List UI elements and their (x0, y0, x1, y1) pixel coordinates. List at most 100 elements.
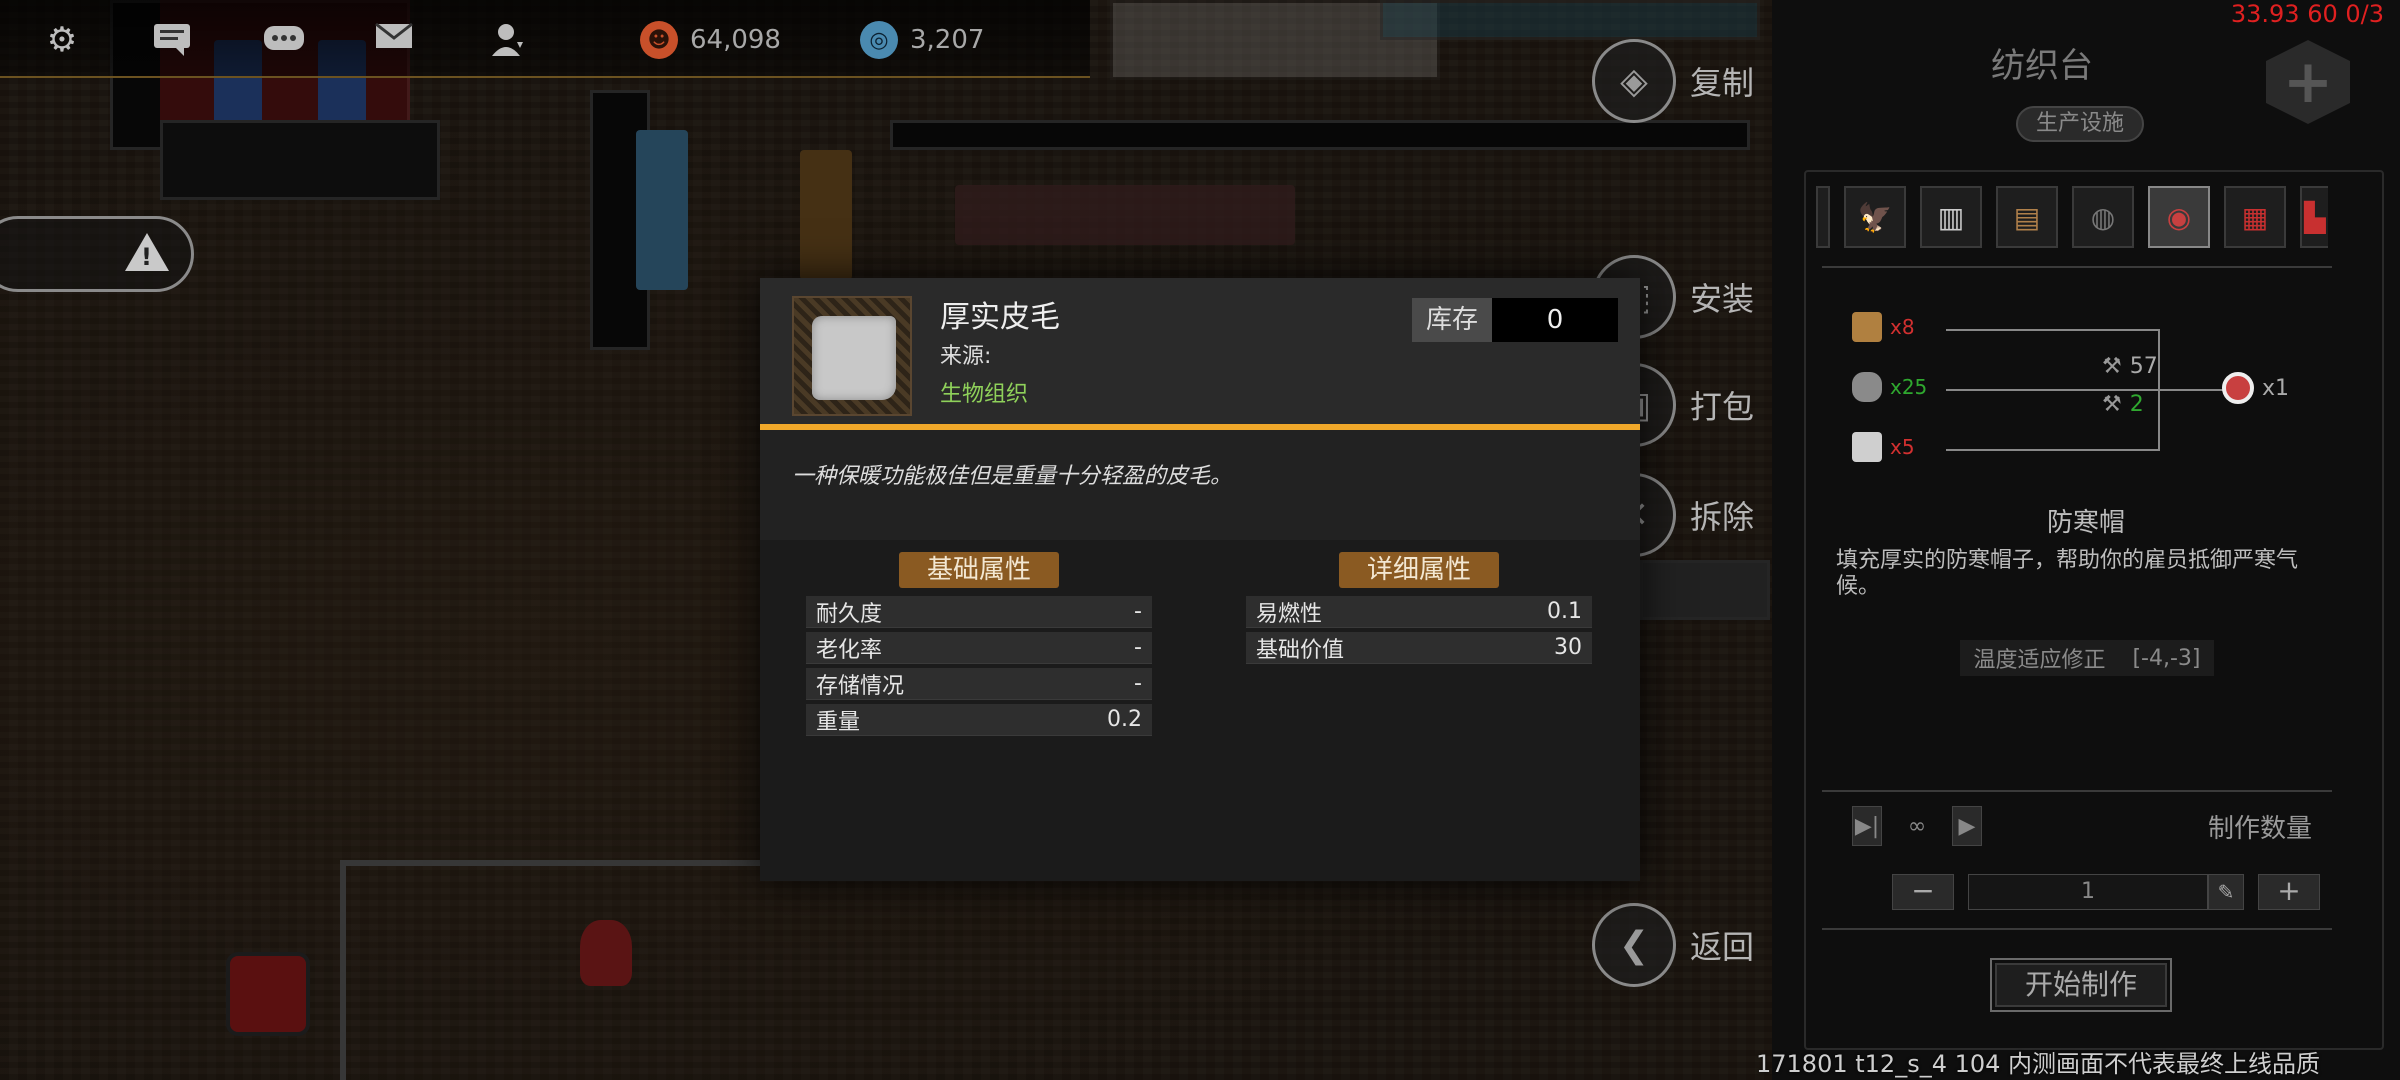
attr-value: 30 (1554, 635, 1582, 660)
person-icon[interactable] (486, 20, 530, 60)
start-crafting-button[interactable]: 开始制作 (1990, 958, 2172, 1012)
resource-2-value: 3,207 (910, 25, 985, 55)
fur-icon (812, 316, 896, 400)
play-icon[interactable]: ▶ (1952, 806, 1982, 846)
attr-value: - (1134, 635, 1142, 660)
attr-value: - (1134, 671, 1142, 696)
recipe-tab[interactable]: ▙ (2300, 186, 2328, 248)
gear-icon[interactable]: ⚙ (40, 20, 84, 60)
stock-value: 0 (1492, 298, 1618, 342)
attr-value: 0.2 (1107, 707, 1142, 732)
attr-name: 重量 (816, 709, 861, 735)
item-header: 厚实皮毛 来源: 生物组织 库存 0 (760, 278, 1640, 430)
tool-requirement: ⚒ 2 (2102, 392, 2144, 417)
attr-name: 老化率 (816, 637, 883, 663)
basic-attributes: 基础属性 耐久度 - 老化率 - 存储情况 - 重量 0.2 (806, 552, 1152, 740)
chat-icon[interactable] (150, 20, 194, 60)
mail-icon[interactable] (372, 20, 416, 60)
back-button[interactable]: ❮ 返回 (1592, 900, 1782, 990)
attr-name: 基础价值 (1256, 637, 1345, 663)
red-coat-icon: ▦ (2241, 200, 2269, 234)
item-name: 厚实皮毛 (940, 300, 1060, 335)
attributes-section: 基础属性 耐久度 - 老化率 - 存储情况 - 重量 0.2 详细属性 易燃性 0.1 基… (760, 540, 1640, 881)
item-source-label: 来源: (940, 344, 992, 369)
facility-tag: 生产设施 (2016, 106, 2144, 142)
attr-name: 耐久度 (816, 601, 883, 627)
install-label: 安装 (1690, 280, 1755, 318)
quantity-input[interactable]: 1 (1968, 874, 2208, 910)
vest-icon: ▥ (1937, 200, 1965, 234)
product-description: 填充厚实的防寒帽子，帮助你的雇员抵御严寒气候。 (1836, 548, 2299, 599)
stock-display: 库存 0 (1412, 298, 1618, 342)
recipe-tab[interactable] (1816, 186, 1830, 248)
decrement-button[interactable]: − (1892, 874, 1954, 910)
recipe-tab[interactable]: 🦅 (1844, 186, 1906, 248)
recipe-tab[interactable]: ▥ (1920, 186, 1982, 248)
resource-1-value: 64,098 (690, 25, 781, 55)
skip-to-end-icon[interactable]: ▶| (1852, 806, 1882, 846)
panel-title: 纺织台 (1991, 46, 2093, 86)
leather-icon (1852, 312, 1882, 342)
detail-attributes: 详细属性 易燃性 0.1 基础价值 30 (1246, 552, 1592, 668)
ingredient: x5 (1852, 432, 1915, 462)
gem-icon: ◎ (860, 21, 898, 59)
back-label: 返回 (1690, 928, 1755, 966)
connector-line (1946, 449, 2160, 451)
recipe-tab[interactable]: ▦ (2224, 186, 2286, 248)
ingredient-qty: x5 (1890, 435, 1915, 459)
tools-icon: ⚒ (2102, 354, 2122, 379)
recipe-tabs: 🦅 ▥ ▤ ◍ ◉ ▦ ▙ (1816, 186, 2328, 248)
recipe-output: x1 (2222, 372, 2289, 404)
attr-row: 易燃性 0.1 (1246, 596, 1592, 628)
product-name: 防寒帽 (2046, 508, 2125, 538)
attr-row: 存储情况 - (806, 668, 1152, 700)
pack-label: 打包 (1690, 388, 1755, 426)
copy-icon: ◈ (1592, 39, 1676, 123)
tool-requirement: ⚒ 57 (2102, 354, 2158, 379)
message-icon[interactable] (262, 20, 306, 60)
attr-row: 基础价值 30 (1246, 632, 1592, 664)
back-arrow-icon: ❮ (1592, 903, 1676, 987)
tool-value: 2 (2129, 392, 2144, 417)
stat-label: 温度适应修正 (1973, 648, 2106, 673)
recipe-tab[interactable]: ▤ (1996, 186, 2058, 248)
basic-attributes-header: 基础属性 (899, 552, 1059, 588)
increment-button[interactable]: + (2258, 874, 2320, 910)
coin-icon: ☻ (640, 21, 678, 59)
item-source-value[interactable]: 生物组织 (940, 376, 1028, 408)
divider (1822, 928, 2332, 930)
recipe-tab-selected[interactable]: ◉ (2148, 186, 2210, 248)
resource-counter-1: ☻ 64,098 (640, 20, 781, 60)
attr-row: 老化率 - (806, 632, 1152, 664)
divider (1822, 790, 2332, 792)
attr-value: 0.1 (1547, 599, 1582, 624)
build-watermark: 171801 t12_s_4 104 内测画面不代表最终上线品质 (1756, 1050, 2321, 1078)
edit-pencil-icon[interactable]: ✎ (2208, 874, 2244, 910)
armor-icon: ◍ (2090, 200, 2116, 234)
alert-button[interactable]: ! (0, 216, 194, 292)
copy-label: 复制 (1690, 64, 1755, 102)
attr-value: - (1134, 599, 1142, 624)
warning-icon: ! (125, 233, 169, 271)
ingredient-qty: x25 (1890, 375, 1928, 399)
attr-row: 重量 0.2 (806, 704, 1152, 736)
workbench-panel: 纺织台 生产设施 + 🦅 ▥ ▤ ◍ ◉ ▦ ▙ x8 x25 x5 ⚒ 57 … (1772, 0, 2400, 1080)
boots-icon: ▙ (2304, 200, 2326, 234)
winter-hat-icon (2222, 372, 2254, 404)
recipe-tree: x8 x25 x5 ⚒ 57 ⚒ 2 x1 (1772, 300, 2400, 480)
connector-line (2158, 389, 2224, 391)
repair-icon: ⚒ (2102, 392, 2122, 417)
craft-mode-controls: ▶| ∞ ▶ (1852, 806, 1982, 846)
product-stat: 温度适应修正 [-4,-3] (1960, 640, 2214, 676)
connector-line (1946, 389, 2160, 391)
creature-icon: 🦅 (1857, 200, 1893, 234)
coat-icon: ▤ (2013, 200, 2041, 234)
ingredient: x8 (1852, 312, 1915, 342)
tool-value: 57 (2129, 354, 2158, 379)
rock-icon (1852, 372, 1882, 402)
recipe-tab[interactable]: ◍ (2072, 186, 2134, 248)
copy-button[interactable]: ◈ 复制 (1592, 36, 1782, 126)
stat-value: [-4,-3] (2132, 645, 2201, 671)
infinite-icon[interactable]: ∞ (1902, 806, 1932, 846)
detail-attributes-header: 详细属性 (1339, 552, 1499, 588)
